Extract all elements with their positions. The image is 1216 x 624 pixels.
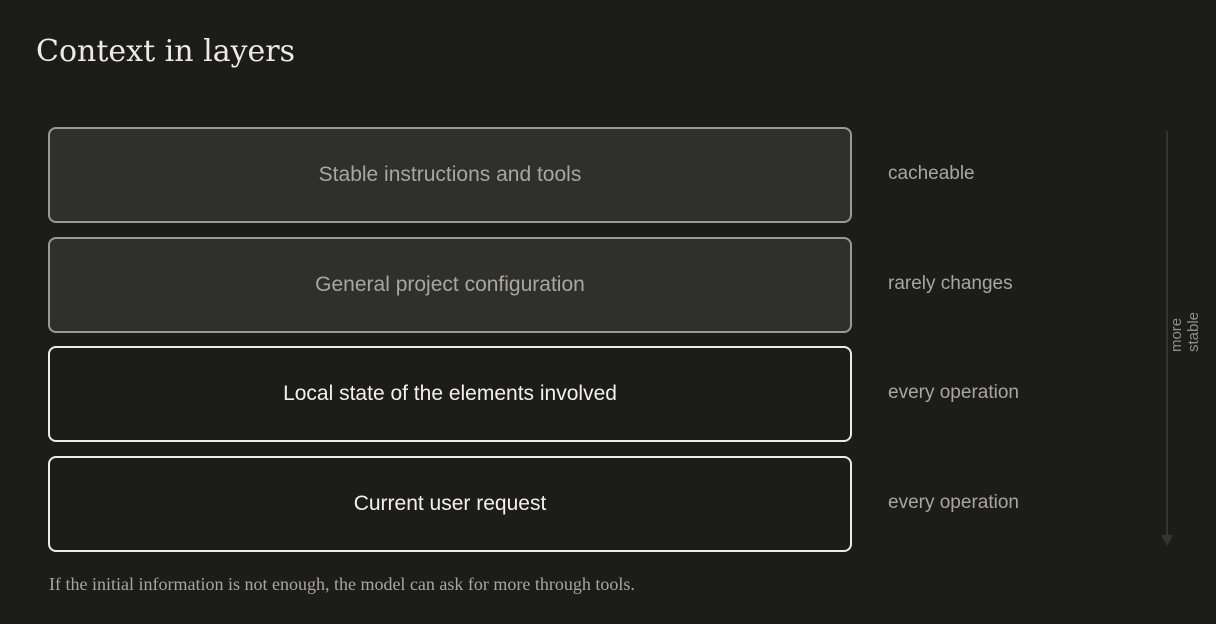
- arrow-down-icon: [1161, 535, 1173, 546]
- layer-label: Current user request: [353, 492, 547, 515]
- layer-project-configuration: General project configuration: [48, 237, 852, 333]
- page-title: Context in layers: [36, 34, 296, 69]
- layer-label: General project configuration: [315, 273, 585, 296]
- layer-user-request: Current user request: [48, 456, 852, 552]
- layer-note-every-operation: every operation: [888, 382, 1019, 403]
- stability-axis-label: more stable: [1168, 312, 1202, 353]
- layer-note-cacheable: cacheable: [888, 163, 975, 184]
- footnote: If the initial information is not enough…: [49, 574, 635, 594]
- layer-stable-instructions: Stable instructions and tools: [48, 127, 852, 223]
- layer-label: Stable instructions and tools: [318, 163, 582, 186]
- layer-local-state: Local state of the elements involved: [48, 346, 852, 442]
- layer-label: Local state of the elements involved: [283, 382, 617, 405]
- layer-note-every-operation: every operation: [888, 492, 1019, 513]
- layer-note-rarely-changes: rarely changes: [888, 273, 1013, 294]
